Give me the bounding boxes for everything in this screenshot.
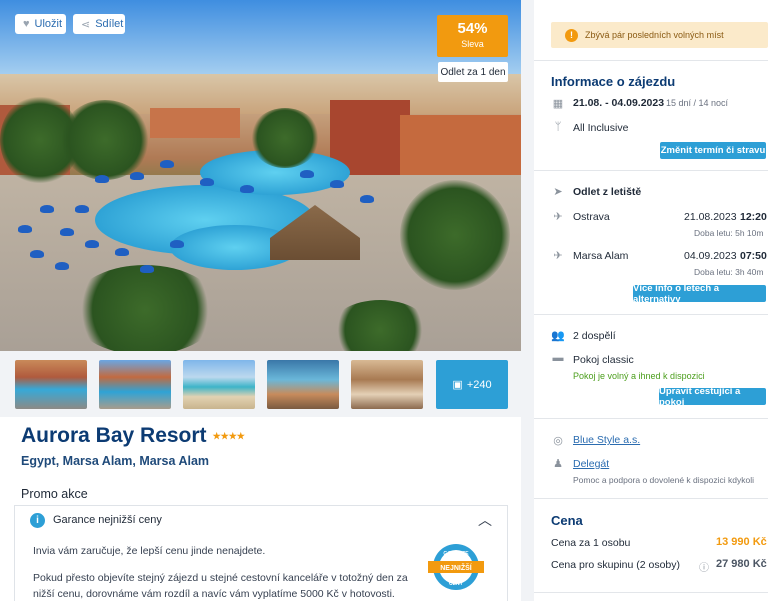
photos-icon: ▣ [452,379,463,391]
heart-icon: ♥ [23,18,30,30]
return-city: Marsa Alam [573,250,629,262]
price-title: Cena [551,513,583,528]
people-icon: 👥 [551,330,565,342]
hotel-name: Aurora Bay Resort [21,424,207,447]
divider [534,170,768,171]
gallery-thumb-2[interactable] [99,360,171,409]
room-type: Pokoj classic [573,354,634,366]
warning-text: Zbývá pár posledních volných míst [585,30,724,40]
delegate-icon: ♟ [553,458,563,470]
gallery-thumb-3[interactable] [183,360,255,409]
trip-duration: 15 dní / 14 nocí [666,98,729,108]
travelers-count: 2 dospělí [573,330,616,342]
hotel-stars: ★★★★ [212,430,245,441]
guarantee-toggle[interactable]: i Garance nejnižší ceny [14,505,508,535]
save-button[interactable]: ♥ Uložit [15,14,66,34]
share-label: Sdílet [95,18,124,30]
outbound-city: Ostrava [573,211,610,223]
share-icon: ⋖ [81,18,91,31]
seal-text-top: GARANCE [443,551,469,557]
seal-text-bot: CENY [449,581,464,587]
departure-title: Odlet z letiště [573,186,642,198]
gallery-thumb-5[interactable] [351,360,423,409]
takeoff-icon: ✈ [553,211,563,223]
room-status: Pokoj je volný a ihned k dispozici [573,371,705,381]
price-per-person-label: Cena za 1 osobu [551,537,631,549]
info-icon[interactable]: ⓘ [697,559,711,574]
agency-link[interactable]: Blue Style a.s. [573,434,640,446]
calendar-icon: ▦ [552,98,564,110]
cutlery-icon: ᛘ [554,121,562,133]
share-button[interactable]: ⋖ Sdílet [73,14,125,34]
outbound-date: 21.08.2023 [684,211,737,223]
seal-text-mid: NEJNIŽŠÍ [440,563,473,572]
trip-dates: 21.08. - 04.09.2023 [573,97,665,109]
divider [534,498,768,499]
promo-text-2a: Pokud přesto objevíte stejný zájezd u st… [33,572,408,584]
clock-icon: ! [565,28,578,42]
divider [534,418,768,419]
hotel-title: Aurora Bay Resort ★★★★ [21,424,245,448]
change-date-button[interactable]: Změnit termín či stravu [660,142,766,159]
discount-label: Sleva [461,39,484,49]
divider [534,592,768,593]
guarantee-label: Garance nejnižší ceny [53,514,162,526]
globe-icon: ◎ [553,435,563,447]
info-icon: i [30,512,45,528]
promo-text-1: Invia vám zaručuje, že lepší cenu jinde … [33,545,266,557]
edit-travelers-button[interactable]: Upravit cestující a pokoj [659,386,766,408]
chevron-up-icon[interactable]: ︿ [478,510,492,530]
board-type: All Inclusive [573,122,629,134]
price-per-person: 13 990 Kč [716,536,767,548]
bed-icon: ▬ [552,352,564,364]
delegate-link[interactable]: Delegát [573,458,609,470]
discount-badge: 54% Sleva [437,15,508,57]
return-duration: Doba letu: 3h 40m [694,267,764,277]
delegate-description: Pomoc a podpora o dovolené k dispozici k… [573,475,754,485]
plane-icon: ➤ [553,186,563,198]
return-date: 04.09.2023 [684,250,737,262]
divider [534,314,768,315]
guarantee-seal: GARANCE NEJNIŽŠÍ CENY [424,542,488,592]
price-group: 27 980 Kč [716,558,767,570]
availability-warning: ! Zbývá pár posledních volných míst [551,22,768,48]
departure-badge: Odlet za 1 den [438,62,508,82]
promo-title: Promo akce [21,487,88,501]
gallery-more-count: +240 [466,378,492,391]
flight-info-button[interactable]: Více info o letech a alternativy [633,283,766,305]
gallery-more-button[interactable]: ▣ +240 [436,360,508,409]
promo-text-2b: nižší cenu, dorovnáme vám rozdíl a navíc… [33,588,395,600]
discount-percent: 54% [457,20,488,37]
divider [534,60,768,61]
save-label: Uložit [34,18,63,30]
outbound-duration: Doba letu: 5h 10m [694,228,764,238]
trip-info-title: Informace o zájezdu [551,74,676,89]
landing-icon: ✈ [553,250,563,262]
outbound-time: 12:20 [740,211,767,223]
price-group-label: Cena pro skupinu (2 osoby) [551,559,680,571]
return-time: 07:50 [740,250,767,262]
gallery-thumb-1[interactable] [15,360,87,409]
hotel-location: Egypt, Marsa Alam, Marsa Alam [21,454,210,468]
gallery-thumb-4[interactable] [267,360,339,409]
